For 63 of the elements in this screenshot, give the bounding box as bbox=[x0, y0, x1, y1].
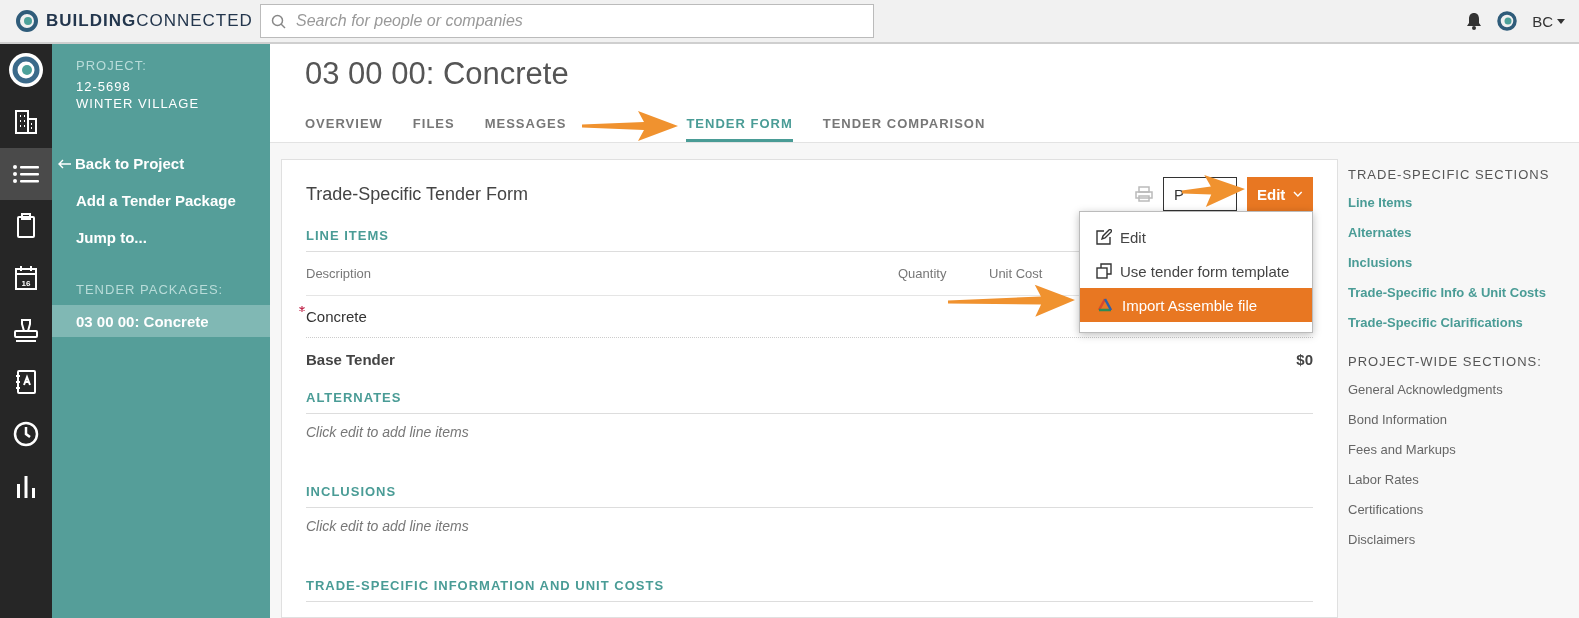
empty-hint: Click edit to add line items bbox=[306, 423, 470, 442]
tab[interactable]: TENDER COMPARISON bbox=[822, 110, 986, 142]
section-link[interactable]: Disclaimers bbox=[1348, 525, 1569, 555]
clock-icon[interactable] bbox=[13, 421, 39, 447]
tab[interactable]: FILES bbox=[412, 110, 455, 142]
tab[interactable]: MESSAGES bbox=[484, 110, 567, 142]
column-header: Description bbox=[306, 266, 373, 281]
project-label: PROJECT: bbox=[75, 58, 148, 73]
section-link[interactable]: Certifications bbox=[1348, 495, 1569, 525]
bar-chart-icon[interactable] bbox=[16, 474, 36, 498]
section-heading: INCLUSIONS bbox=[306, 460, 1313, 508]
menu-item[interactable]: Use tender form template bbox=[1080, 254, 1312, 288]
section-link[interactable]: Alternates bbox=[1348, 218, 1569, 248]
section-link[interactable]: Bond Information bbox=[1348, 405, 1569, 435]
pencil-square-icon bbox=[1096, 229, 1112, 245]
project-number: 12-5698 bbox=[75, 79, 132, 94]
bell-icon[interactable] bbox=[1466, 12, 1483, 30]
section-link[interactable]: Line Items bbox=[1348, 188, 1569, 218]
sidebar-link[interactable]: Back to Project bbox=[34, 145, 270, 182]
section-heading: TRADE-SPECIFIC INFORMATION AND UNIT COSTS bbox=[306, 554, 1313, 602]
panel-heading: PROJECT-WIDE SECTIONS: bbox=[1348, 354, 1543, 369]
panel-heading: TRADE-SPECIFIC SECTIONS bbox=[1348, 167, 1551, 182]
section-label: TENDER PACKAGES: bbox=[75, 282, 225, 297]
stamp-icon[interactable] bbox=[13, 317, 39, 343]
form-title: Trade-Specific Tender Form bbox=[306, 183, 529, 205]
list-icon[interactable] bbox=[13, 164, 39, 184]
user-menu[interactable]: BC bbox=[1532, 12, 1565, 30]
section-link[interactable]: Labor Rates bbox=[1348, 465, 1569, 495]
copy-icon bbox=[1096, 263, 1112, 279]
table-cell: Concrete bbox=[306, 308, 367, 325]
page-title: 03 00 00: Concrete bbox=[305, 56, 570, 93]
total-label: Base Tender bbox=[306, 350, 395, 368]
building-icon[interactable] bbox=[14, 109, 38, 135]
menu-item[interactable]: Edit bbox=[1080, 220, 1312, 254]
edit-button[interactable]: Edit bbox=[1247, 177, 1313, 211]
project-name: WINTER VILLAGE bbox=[75, 96, 201, 111]
sidebar-link[interactable]: Jump to... bbox=[52, 219, 270, 256]
column-header: Quantity bbox=[898, 266, 948, 281]
section-link[interactable]: Inclusions bbox=[1348, 248, 1569, 278]
clipboard-icon[interactable] bbox=[16, 213, 36, 239]
menu-item[interactable]: Import Assemble file bbox=[1080, 288, 1312, 322]
search-icon bbox=[271, 13, 286, 29]
brand-name: BUILDINGCONNECTED bbox=[46, 11, 253, 31]
total-value: $0 bbox=[1296, 350, 1313, 368]
empty-hint: Click edit to add line items bbox=[306, 517, 470, 536]
section-link[interactable]: Trade-Specific Clarifications bbox=[1348, 308, 1569, 338]
logo-icon[interactable] bbox=[8, 52, 44, 88]
caret-icon bbox=[1557, 18, 1565, 24]
column-header: Unit Cost bbox=[989, 266, 1044, 281]
tab[interactable]: TENDER FORM bbox=[686, 110, 793, 142]
logo-icon bbox=[14, 8, 40, 34]
tab[interactable]: OVERVIEW bbox=[305, 110, 383, 142]
chevron-icon bbox=[1293, 191, 1303, 197]
sidebar-link[interactable]: Add a Tender Package bbox=[52, 182, 270, 219]
section-heading: ALTERNATES bbox=[306, 380, 1313, 414]
triangle-logo-icon bbox=[1096, 297, 1114, 313]
section-link[interactable]: General Acknowledgments bbox=[1348, 375, 1569, 405]
section-link[interactable]: Trade-Specific Info & Unit Costs bbox=[1348, 278, 1569, 308]
address-book-icon[interactable] bbox=[15, 369, 37, 395]
search-field[interactable]: Search for people or companies bbox=[260, 4, 874, 38]
calendar-icon[interactable]: 16 bbox=[14, 265, 38, 291]
logo-icon[interactable] bbox=[1496, 10, 1519, 32]
section-link[interactable]: Fees and Markups bbox=[1348, 435, 1569, 465]
